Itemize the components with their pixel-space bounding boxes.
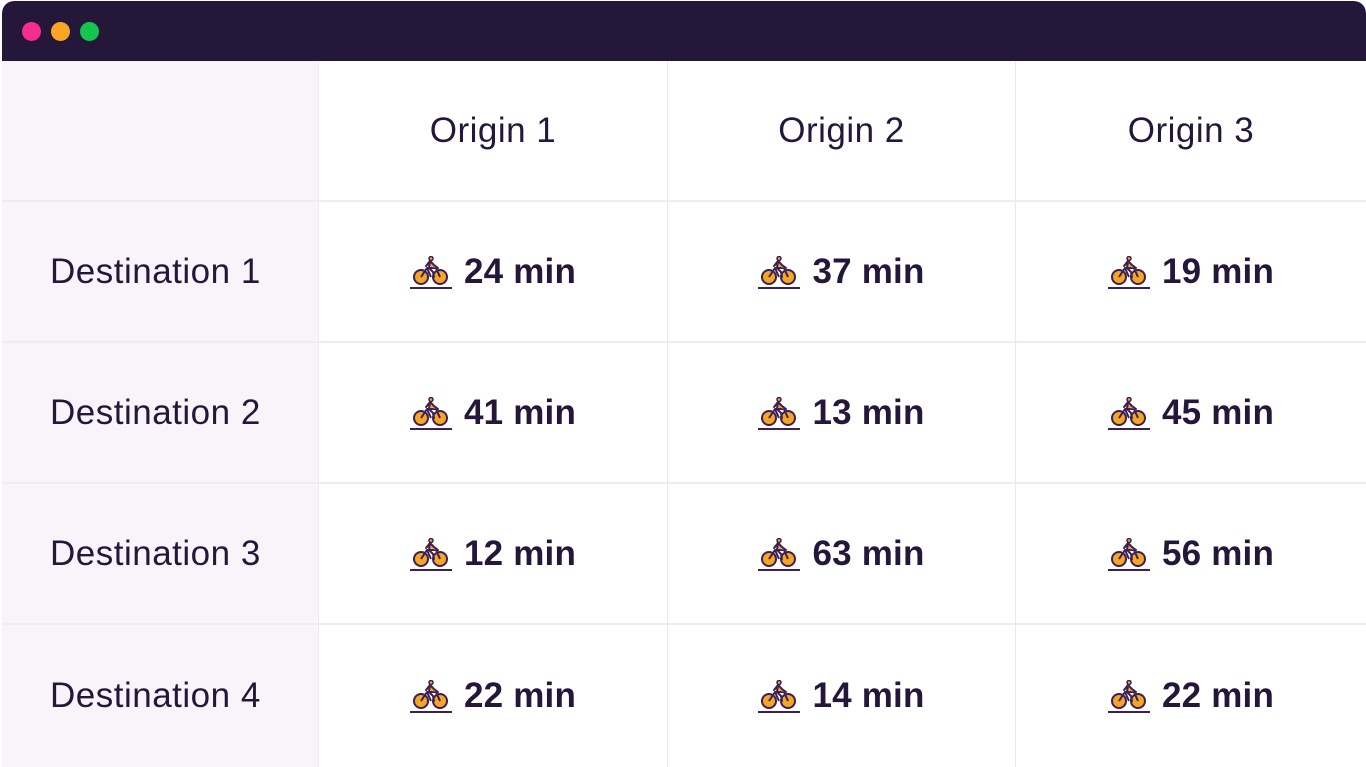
matrix-cell: 14 min — [668, 625, 1016, 767]
corner-cell — [2, 61, 319, 202]
minimize-window-button[interactable] — [51, 22, 70, 41]
matrix-cell: 56 min — [1016, 484, 1366, 625]
close-window-button[interactable] — [22, 22, 41, 41]
bicycle-icon — [758, 679, 801, 714]
title-bar — [2, 1, 1366, 61]
travel-time: 63 min — [812, 533, 925, 573]
matrix-cell: 63 min — [668, 484, 1016, 625]
travel-time: 41 min — [463, 392, 577, 432]
travel-time: 56 min — [1161, 533, 1275, 573]
travel-time: 45 min — [1161, 392, 1275, 432]
travel-time: 14 min — [812, 676, 925, 715]
travel-time-matrix: Origin 1 Origin 2 Origin 3 Destination 1… — [2, 61, 1366, 767]
bicycle-icon — [409, 396, 452, 431]
origin-label: Origin 3 — [1127, 110, 1255, 150]
matrix-cell: 19 min — [1016, 202, 1366, 343]
destination-label: Destination 2 — [50, 392, 261, 432]
column-header-origin-1: Origin 1 — [319, 61, 668, 202]
column-header-origin-2: Origin 2 — [668, 61, 1016, 202]
matrix-cell: 22 min — [319, 625, 668, 767]
travel-time: 13 min — [812, 392, 925, 432]
travel-time: 22 min — [1161, 676, 1275, 715]
bicycle-icon — [758, 537, 801, 572]
matrix-cell: 22 min — [1016, 625, 1366, 767]
destination-label: Destination 1 — [50, 251, 261, 291]
column-header-origin-3: Origin 3 — [1016, 61, 1366, 202]
bicycle-icon — [1107, 255, 1150, 290]
bicycle-icon — [758, 255, 801, 290]
travel-time: 19 min — [1161, 251, 1275, 291]
travel-time: 12 min — [463, 533, 577, 573]
bicycle-icon — [758, 396, 801, 431]
bicycle-icon — [409, 255, 452, 290]
row-header-destination-4: Destination 4 — [2, 625, 319, 767]
matrix-cell: 12 min — [319, 484, 668, 625]
matrix-cell: 24 min — [319, 202, 668, 343]
row-header-destination-3: Destination 3 — [2, 484, 319, 625]
bicycle-icon — [409, 537, 452, 572]
travel-time: 22 min — [463, 676, 577, 715]
matrix-cell: 41 min — [319, 343, 668, 484]
app-window: Origin 1 Origin 2 Origin 3 Destination 1… — [2, 1, 1366, 767]
matrix-cell: 45 min — [1016, 343, 1366, 484]
row-header-destination-2: Destination 2 — [2, 343, 319, 484]
travel-time: 24 min — [463, 251, 577, 291]
matrix-cell: 13 min — [668, 343, 1016, 484]
row-header-destination-1: Destination 1 — [2, 202, 319, 343]
travel-time: 37 min — [812, 251, 925, 291]
bicycle-icon — [409, 679, 452, 714]
bicycle-icon — [1107, 396, 1150, 431]
destination-label: Destination 4 — [50, 676, 261, 715]
origin-label: Origin 2 — [778, 110, 905, 150]
destination-label: Destination 3 — [50, 533, 261, 573]
bicycle-icon — [1107, 679, 1150, 714]
bicycle-icon — [1107, 537, 1150, 572]
matrix-cell: 37 min — [668, 202, 1016, 343]
origin-label: Origin 1 — [429, 110, 557, 150]
maximize-window-button[interactable] — [80, 22, 99, 41]
